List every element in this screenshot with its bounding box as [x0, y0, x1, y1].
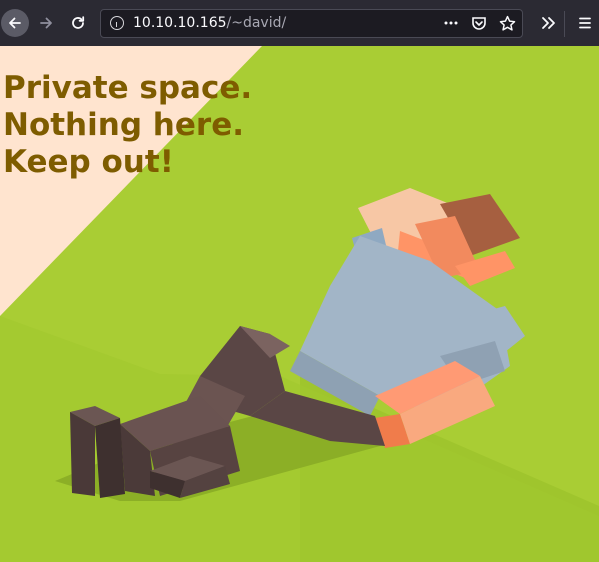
heading-line-3: Keep out!: [3, 144, 174, 180]
pocket-icon[interactable]: [470, 14, 488, 32]
forward-arrow-icon: [40, 17, 52, 29]
info-icon[interactable]: [110, 16, 124, 30]
reload-icon: [72, 16, 85, 29]
forward-button[interactable]: [32, 9, 60, 37]
page-heading: Private space. Nothing here. Keep out!: [3, 70, 252, 181]
hamburger-menu-icon: [579, 17, 591, 29]
menu-button[interactable]: [571, 9, 599, 37]
overflow-button[interactable]: [535, 9, 563, 37]
browser-toolbar: 10.10.10.165/~david/: [0, 0, 599, 46]
toolbar-separator: [564, 11, 565, 37]
url-text[interactable]: 10.10.10.165/~david/: [133, 15, 286, 31]
star-icon[interactable]: [498, 14, 516, 32]
reload-button[interactable]: [64, 9, 92, 37]
address-bar[interactable]: 10.10.10.165/~david/: [100, 9, 523, 38]
heading-line-1: Private space.: [3, 70, 253, 106]
chevron-double-right-icon: [542, 17, 555, 29]
url-path: /~david/: [226, 15, 287, 31]
page-content: Private space. Nothing here. Keep out!: [0, 46, 599, 562]
url-host: 10.10.10.165: [133, 15, 227, 31]
more-dots-icon[interactable]: [442, 14, 460, 32]
back-button[interactable]: [1, 9, 29, 37]
heading-line-2: Nothing here.: [3, 107, 244, 143]
back-arrow-icon: [9, 17, 21, 29]
